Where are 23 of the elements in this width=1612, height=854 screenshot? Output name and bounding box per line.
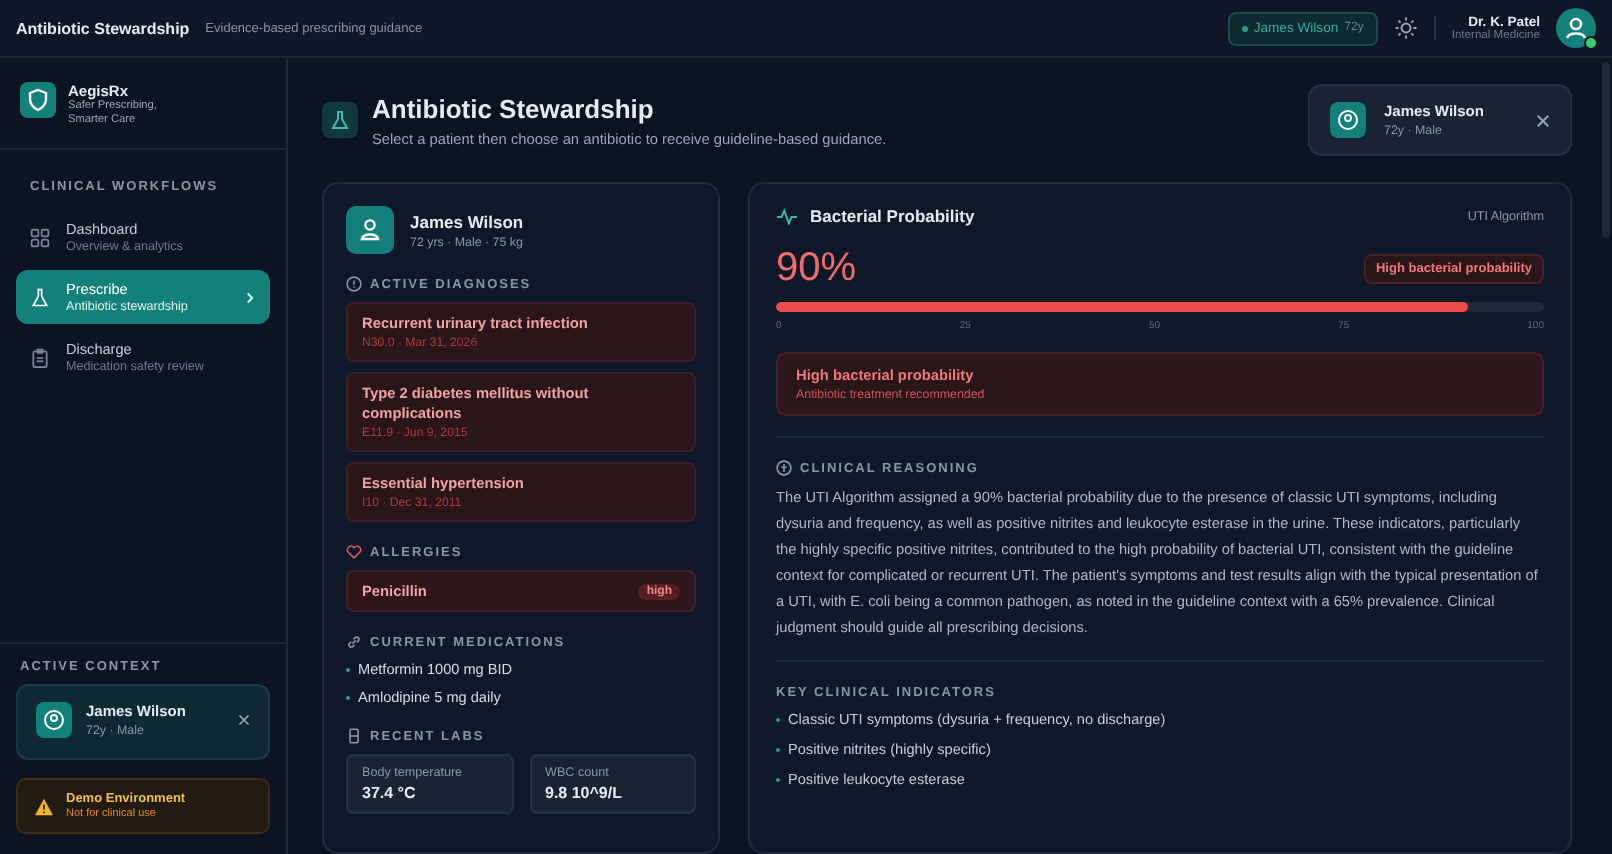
close-icon[interactable] bbox=[238, 714, 250, 726]
user-avatar-icon[interactable] bbox=[1556, 8, 1596, 48]
flask-icon bbox=[30, 287, 50, 307]
page-title: Antibiotic Stewardship bbox=[372, 93, 656, 123]
flask-icon bbox=[322, 102, 358, 138]
grid-icon bbox=[30, 227, 50, 247]
app-title: Antibiotic Stewardship bbox=[16, 19, 190, 37]
pulse-icon bbox=[776, 207, 798, 225]
clipboard-icon bbox=[30, 347, 50, 367]
probability-value: 90% bbox=[776, 246, 857, 292]
sun-icon[interactable] bbox=[1393, 16, 1418, 40]
shield-icon bbox=[20, 82, 56, 118]
link-icon bbox=[346, 634, 362, 650]
lab-value: 37.4 °C bbox=[362, 784, 418, 802]
close-icon[interactable] bbox=[1536, 113, 1550, 127]
person-icon bbox=[346, 206, 394, 254]
test-tube-icon bbox=[346, 728, 362, 744]
lab-value: 9.8 10^9/L bbox=[545, 784, 624, 802]
card-title: Bacterial Probability bbox=[810, 206, 975, 226]
warning-icon bbox=[34, 797, 54, 815]
heart-icon bbox=[346, 544, 362, 560]
chevron-right-icon bbox=[244, 291, 256, 303]
patient-name: James Wilson bbox=[410, 211, 524, 231]
